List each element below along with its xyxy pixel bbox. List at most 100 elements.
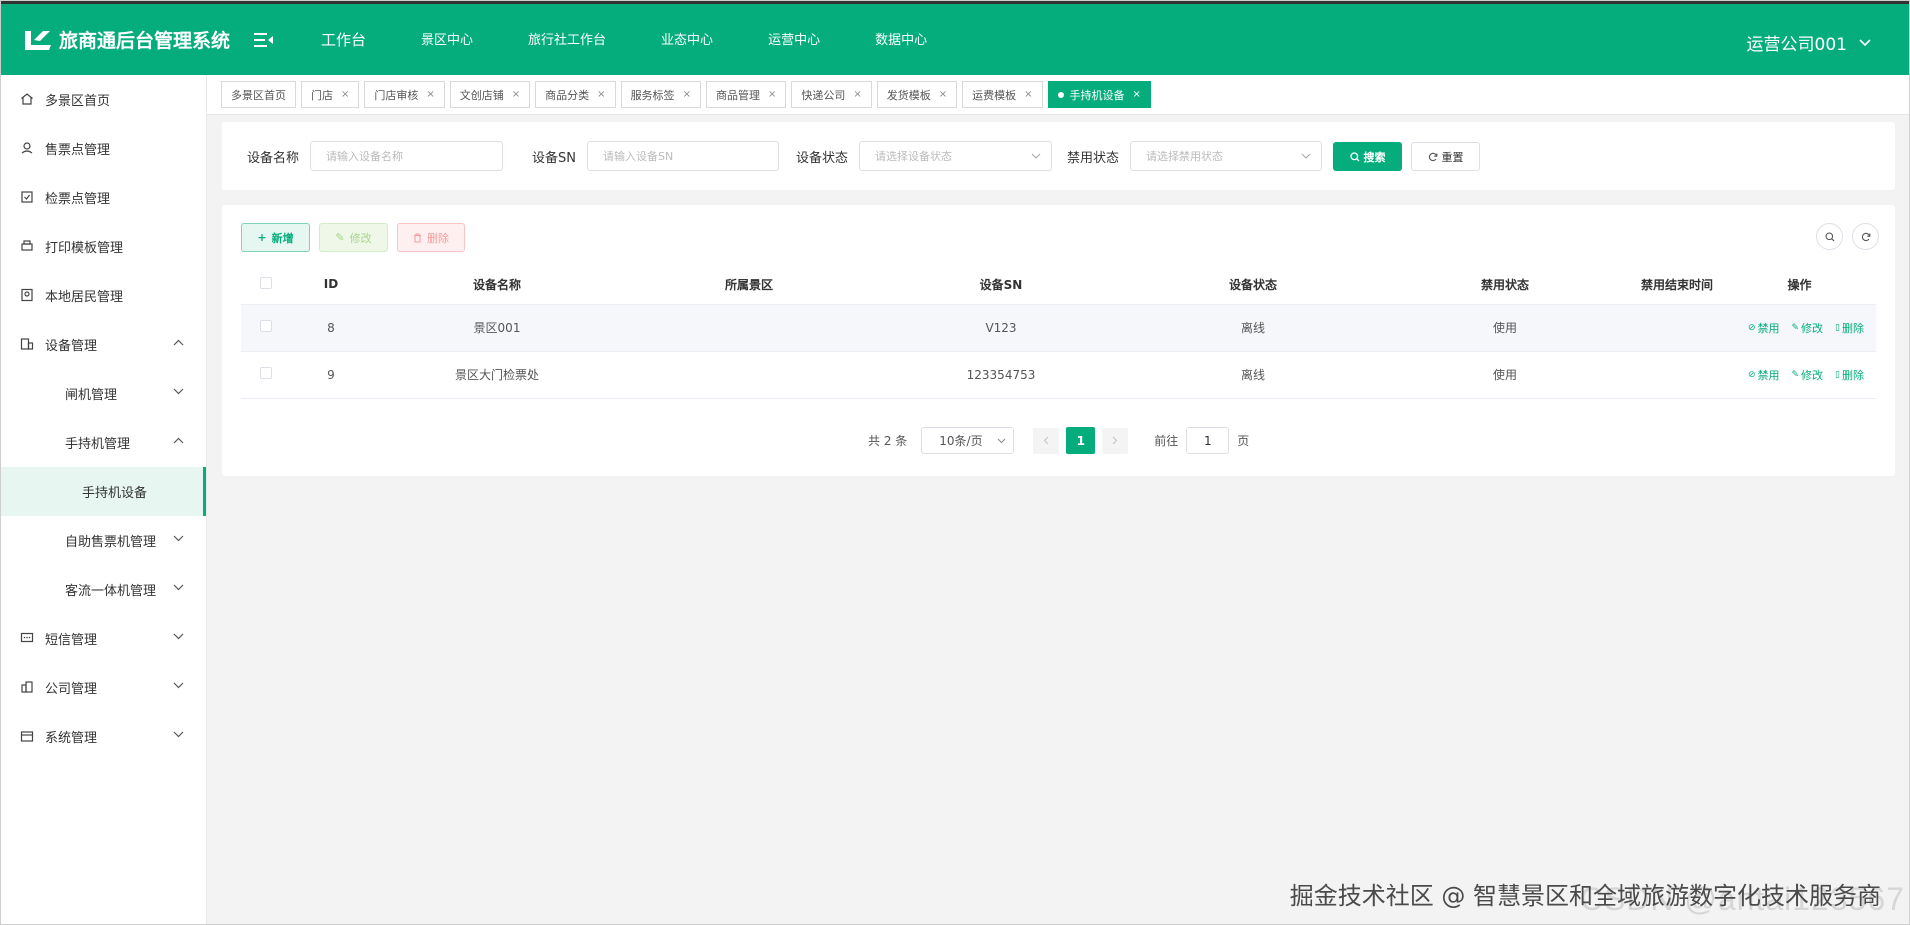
tab-handheld-devices[interactable]: 手持机设备 × [1047, 81, 1151, 108]
prev-page-button[interactable] [1033, 427, 1060, 454]
sidebar-item-handheld-management[interactable]: 手持机管理 [1, 418, 206, 467]
sidebar-item-device-management[interactable]: 设备管理 [1, 320, 206, 369]
close-icon[interactable]: × [1133, 89, 1141, 100]
sidebar-item-company-management[interactable]: 公司管理 [1, 663, 206, 712]
row-checkbox[interactable] [260, 320, 272, 332]
sidebar-item-print-templates[interactable]: 打印模板管理 [1, 222, 206, 271]
close-icon[interactable]: × [853, 89, 861, 100]
add-button-label: 新增 [271, 231, 294, 245]
tab-creative-shops[interactable]: 文创店铺 × [449, 81, 531, 108]
user-dropdown[interactable]: 运营公司001 [1747, 30, 1871, 55]
goto-page-input[interactable]: 1 [1186, 427, 1230, 454]
tab-stores[interactable]: 门店 × [301, 81, 360, 108]
table-row[interactable]: 8 景区001 V123 离线 使用 ⊘ 禁用 ✎ 修改 ▯ 删除 [241, 304, 1876, 352]
op-label: 修改 [1801, 368, 1824, 382]
close-icon[interactable]: × [597, 89, 605, 100]
close-icon[interactable]: × [683, 89, 691, 100]
row-checkbox[interactable] [260, 367, 272, 379]
select-all-checkbox[interactable] [260, 276, 272, 289]
device-sn-input[interactable]: 请输入设备SN [586, 141, 779, 171]
col-disable-end-time[interactable]: 禁用结束时间 [1631, 265, 1723, 305]
close-icon[interactable]: × [341, 89, 349, 100]
menu-fold-icon[interactable] [253, 30, 275, 50]
col-scenic-area[interactable]: 所属景区 [623, 265, 875, 305]
col-device-status[interactable]: 设备状态 [1127, 265, 1379, 305]
sidebar-item-visitor-flow-machines[interactable]: 客流一体机管理 [1, 565, 206, 614]
close-icon[interactable]: × [1024, 89, 1032, 100]
chevron-down-icon [173, 388, 184, 395]
sidebar-item-handheld-devices[interactable]: 手持机设备 [1, 467, 206, 516]
row-delete-button[interactable]: ▯ 删除 [1835, 320, 1864, 336]
device-status-select[interactable]: 请选择设备状态 [859, 141, 1053, 171]
app-window: 旅商通后台管理系统 工作台 景区中心 旅行社工作台 业态中心 运营中心 数据中心… [0, 0, 1910, 925]
col-disable-status[interactable]: 禁用状态 [1379, 265, 1631, 305]
sidebar-item-sms-management[interactable]: 短信管理 [1, 614, 206, 663]
cell-actions: ⊘ 禁用 ✎ 修改 ▯ 删除 [1723, 304, 1876, 352]
sidebar-item-label: 手持机管理 [65, 437, 131, 452]
search-button[interactable]: 搜索 [1333, 142, 1402, 171]
sidebar-item-ticket-points[interactable]: 售票点管理 [1, 124, 206, 173]
close-icon[interactable]: × [426, 89, 434, 100]
row-edit-button[interactable]: ✎ 修改 [1792, 320, 1824, 336]
next-page-button[interactable] [1102, 427, 1129, 454]
delete-button[interactable]: 删除 [397, 223, 465, 252]
disable-status-select[interactable]: 请选择禁用状态 [1130, 141, 1323, 171]
tab-label: 手持机设备 [1069, 88, 1125, 102]
col-device-sn[interactable]: 设备SN [875, 265, 1127, 305]
close-icon[interactable]: × [768, 89, 776, 100]
page-size-select[interactable]: 10条/页 [921, 427, 1015, 454]
sidebar-item-label: 检票点管理 [45, 192, 111, 207]
logo[interactable]: 旅商通后台管理系统 [23, 26, 241, 53]
topnav-business-center[interactable]: 业态中心 [661, 29, 713, 50]
close-icon[interactable]: × [512, 89, 520, 100]
close-icon[interactable]: × [939, 89, 947, 100]
topnav-workbench[interactable]: 工作台 [321, 29, 366, 50]
select-all-cell [241, 265, 291, 305]
tab-store-review[interactable]: 门店审核 × [364, 81, 445, 108]
cell-disable-end-time [1631, 351, 1723, 399]
logo-icon [25, 30, 51, 50]
cell-device-sn: 123354753 [875, 351, 1127, 399]
row-delete-button[interactable]: ▯ 删除 [1835, 367, 1864, 383]
col-id[interactable]: ID [291, 265, 371, 305]
tab-service-tags[interactable]: 服务标签 × [620, 81, 701, 108]
sidebar-item-gate-management[interactable]: 闸机管理 [1, 369, 206, 418]
tab-label: 多景区首页 [231, 88, 286, 102]
reset-button[interactable]: 重置 [1411, 142, 1480, 171]
printer-icon [21, 240, 33, 251]
checkin-icon [21, 191, 33, 203]
sidebar-item-local-residents[interactable]: 本地居民管理 [1, 271, 206, 320]
topnav-data-center[interactable]: 数据中心 [875, 29, 927, 50]
topnav-agency-workbench[interactable]: 旅行社工作台 [528, 29, 606, 50]
topnav-scenic-center[interactable]: 景区中心 [421, 29, 473, 50]
topnav-operation-center[interactable]: 运营中心 [768, 29, 820, 50]
refresh-table-button[interactable] [1852, 223, 1879, 250]
row-disable-button[interactable]: ⊘ 禁用 [1748, 367, 1780, 383]
tab-product-categories[interactable]: 商品分类 × [535, 81, 616, 108]
sidebar-item-self-service-ticket-machines[interactable]: 自助售票机管理 [1, 516, 206, 565]
row-edit-button[interactable]: ✎ 修改 [1792, 367, 1824, 383]
op-label: 删除 [1842, 321, 1864, 335]
tab-multi-scenic-home[interactable]: 多景区首页 [221, 81, 296, 108]
sidebar-item-label: 多景区首页 [45, 94, 111, 109]
tab-shipping-templates[interactable]: 发货模板 × [876, 81, 958, 108]
page-number-current[interactable]: 1 [1066, 427, 1096, 454]
trash-icon [414, 233, 421, 242]
sidebar-item-check-points[interactable]: 检票点管理 [1, 173, 206, 222]
sidebar-item-multi-scenic-home[interactable]: 多景区首页 [1, 75, 206, 124]
row-disable-button[interactable]: ⊘ 禁用 [1748, 320, 1780, 336]
sidebar-item-label: 本地居民管理 [45, 290, 124, 305]
toggle-search-button[interactable] [1816, 223, 1843, 250]
edit-button[interactable]: ✎ 修改 [319, 223, 388, 252]
op-label: 修改 [1801, 321, 1824, 335]
device-name-input[interactable]: 请输入设备名称 [310, 141, 504, 171]
tab-freight-templates[interactable]: 运费模板 × [962, 81, 1043, 108]
sidebar-item-system-management[interactable]: 系统管理 [1, 712, 206, 761]
chevron-down-icon [173, 584, 184, 591]
add-button[interactable]: + 新增 [241, 223, 310, 252]
tab-product-management[interactable]: 商品管理 × [705, 81, 787, 108]
trash-icon: ▯ [1835, 322, 1840, 333]
tab-courier-companies[interactable]: 快递公司 × [791, 81, 872, 108]
table-row[interactable]: 9 景区大门检票处 123354753 离线 使用 ⊘ 禁用 ✎ 修改 ▯ 删除 [241, 351, 1876, 399]
col-device-name[interactable]: 设备名称 [371, 265, 623, 305]
